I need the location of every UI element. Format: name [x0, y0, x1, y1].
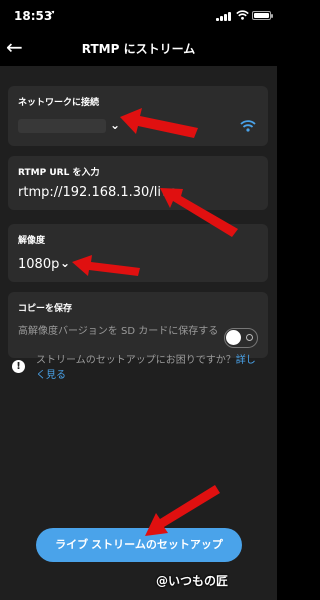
annotation-arrows-icon	[72, 108, 238, 536]
watermark: @いつもの匠	[156, 574, 229, 588]
